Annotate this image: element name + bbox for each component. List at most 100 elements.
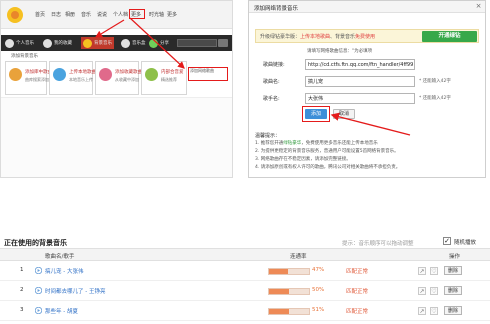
tab-label: 音乐盒 (132, 41, 146, 46)
search-icon[interactable] (218, 39, 228, 47)
connectivity-bar (268, 308, 310, 315)
upgrade-prefix: 升级绿钻豪华版： (260, 34, 301, 40)
chorus-icon (145, 68, 158, 81)
tip-line: 1. 推荐您开通绿钻豪华，免费使用更多音乐还能上传本地音乐 (255, 140, 378, 146)
tab-bg-music[interactable]: 背景音乐 (81, 37, 114, 49)
share-icon[interactable]: ↗ (418, 287, 426, 295)
open-green-diamond-button[interactable]: 开通绿钻 (422, 31, 477, 42)
singer-label: 歌手名: (263, 96, 280, 102)
col-rate: 连通率 (290, 254, 307, 260)
connectivity-percent: 50% (312, 287, 325, 293)
cancel-button[interactable]: 取消 (333, 109, 355, 119)
row-number: 2 (20, 287, 24, 293)
song-title-link[interactable]: 时间都去哪儿了 - 王铮亮 (45, 287, 105, 295)
card-title: 内部合音爱 (161, 70, 184, 75)
site-header: 首页 日志 相册 音乐 说说 个人档 更多 时光轴 更多 (1, 1, 232, 29)
tab-music-box[interactable]: 音乐盒 (121, 37, 146, 49)
box-icon (121, 38, 130, 48)
tab-favorites[interactable]: 我的收藏 (43, 37, 72, 49)
song-row[interactable]: 1 搞儿宠 - 大张伟 47% 匹配正常 ↗ ♡ 删除 (0, 262, 490, 281)
tip-text: ，免费使用更多音乐还能上传本地音乐 (301, 141, 378, 146)
card-sub: 从收藏中添加 (115, 77, 139, 82)
song-link-input[interactable]: http://cd.ctfs.ftn.qq.com/ftn_handler/4f… (305, 59, 415, 70)
favorite-icon (99, 68, 112, 81)
play-icon[interactable] (35, 307, 42, 314)
singer-input[interactable]: 大张伟 (305, 93, 415, 104)
card-title: 添加库中歌曲 (25, 70, 52, 75)
match-status: 匹配正常 (346, 269, 369, 275)
tip-line: 2. 为提供更稳定的背景音乐服务，普通用户可能设置5首网络背景音乐。 (255, 149, 399, 154)
song-row[interactable]: 3 那些年 - 胡夏 51% 匹配正常 ↗ ♡ 删除 (0, 302, 490, 321)
card-add-favorites[interactable]: 添加收藏歌曲 从收藏中添加 (95, 61, 142, 95)
table-header: 歌曲名/歌手 连通率 操作 (0, 248, 490, 261)
tab-label: 个人音乐 (16, 41, 34, 46)
row-number: 3 (20, 307, 24, 313)
page-content-area (1, 97, 232, 177)
song-title-link[interactable]: 搞儿宠 - 大张伟 (45, 267, 83, 275)
match-status: 匹配正常 (346, 289, 369, 295)
delete-button[interactable]: 删除 (444, 286, 462, 295)
play-icon[interactable] (35, 287, 42, 294)
tip-line: 4. 请添加原创或有权人许可的歌曲，腾讯公司对相关歌曲将不承担负责。 (255, 165, 401, 170)
card-upload-local[interactable]: 上传本地歌曲 本地音乐上传 (49, 61, 96, 95)
nav-home[interactable]: 首页 (35, 12, 45, 18)
card-internal[interactable]: 内部合音爱 精选推荐 (141, 61, 187, 95)
nav-talk[interactable]: 说说 (97, 12, 107, 18)
song-row[interactable]: 2 时间都去哪儿了 - 王铮亮 50% 匹配正常 ↗ ♡ 删除 (0, 282, 490, 301)
dialog-titlebar: 添加网络背景音乐 × (249, 1, 485, 13)
upgrade-banner: 升级绿钻豪华版：上传本地歌曲、背景音乐免费使用 开通绿钻 (255, 29, 479, 43)
song-name-input[interactable]: 搞儿宠 (305, 76, 415, 87)
card-title: 上传本地歌曲 (69, 70, 96, 75)
section-label: 添加背景音乐 (11, 54, 38, 59)
now-playing-title: 正在使用的背景音乐 (4, 239, 67, 247)
tab-share[interactable]: 分享 (149, 37, 169, 49)
heart-icon[interactable]: ♡ (430, 307, 438, 315)
tab-label: 分享 (160, 41, 169, 46)
upload-icon (53, 68, 66, 81)
green-diamond-link[interactable]: 绿钻豪华 (283, 141, 301, 146)
heart-icon[interactable]: ♡ (430, 267, 438, 275)
song-title-link[interactable]: 那些年 - 胡夏 (45, 307, 78, 315)
diamond-icon (149, 38, 158, 48)
delete-button[interactable]: 删除 (444, 306, 462, 315)
search-input[interactable] (177, 39, 217, 47)
form-hint: 请填写网络歌曲信息："为必填项 (307, 49, 373, 54)
add-button[interactable]: 添加 (305, 109, 327, 119)
singer-note: * 还能输入42字 (419, 96, 451, 101)
tab-label: 背景音乐 (94, 41, 112, 46)
play-icon[interactable] (35, 267, 42, 274)
song-name-label: 歌曲名: (263, 79, 280, 85)
card-title: 添加收藏歌曲 (115, 70, 142, 75)
sort-hint: 提示：音乐顺序可以拖动调整 (342, 241, 414, 247)
upgrade-highlight: 上传本地歌曲 (300, 34, 331, 40)
nav-more-2[interactable]: 更多 (167, 12, 177, 18)
col-song: 歌曲名/歌手 (45, 254, 75, 260)
connectivity-fill (269, 309, 290, 314)
nav-album[interactable]: 相册 (65, 12, 75, 18)
delete-button[interactable]: 删除 (444, 266, 462, 275)
qzone-music-page: 首页 日志 相册 音乐 说说 个人档 更多 时光轴 更多 个人音乐 我的收藏 背… (0, 0, 233, 178)
connectivity-bar (268, 288, 310, 295)
tab-personal-music[interactable]: 个人音乐 (5, 37, 34, 49)
upgrade-mid: 、背景音乐 (330, 34, 356, 40)
nav-timeline[interactable]: 时光轴 (149, 12, 164, 18)
music-note-icon (5, 38, 14, 48)
nav-blog[interactable]: 日志 (51, 12, 61, 18)
upgrade-highlight: 免费使用 (355, 34, 376, 40)
qzone-logo-icon (7, 7, 23, 23)
connectivity-fill (269, 289, 289, 294)
nav-highlight-box (129, 9, 145, 19)
share-icon[interactable]: ↗ (418, 307, 426, 315)
nav-music[interactable]: 音乐 (81, 12, 91, 18)
card-sub: 精选推荐 (161, 77, 177, 82)
close-icon[interactable]: × (474, 2, 483, 11)
card-add-library[interactable]: 添加库中歌曲 曲库搜索添加 (5, 61, 52, 95)
random-play-checkbox[interactable]: ✓ (443, 237, 451, 245)
heart-icon[interactable]: ♡ (430, 287, 438, 295)
star-icon (83, 38, 92, 48)
col-action: 操作 (449, 254, 461, 260)
connectivity-percent: 47% (312, 267, 325, 273)
nav-profile[interactable]: 个人档 (113, 12, 128, 18)
share-icon[interactable]: ↗ (418, 267, 426, 275)
song-name-note: * 还能输入42字 (419, 79, 451, 84)
